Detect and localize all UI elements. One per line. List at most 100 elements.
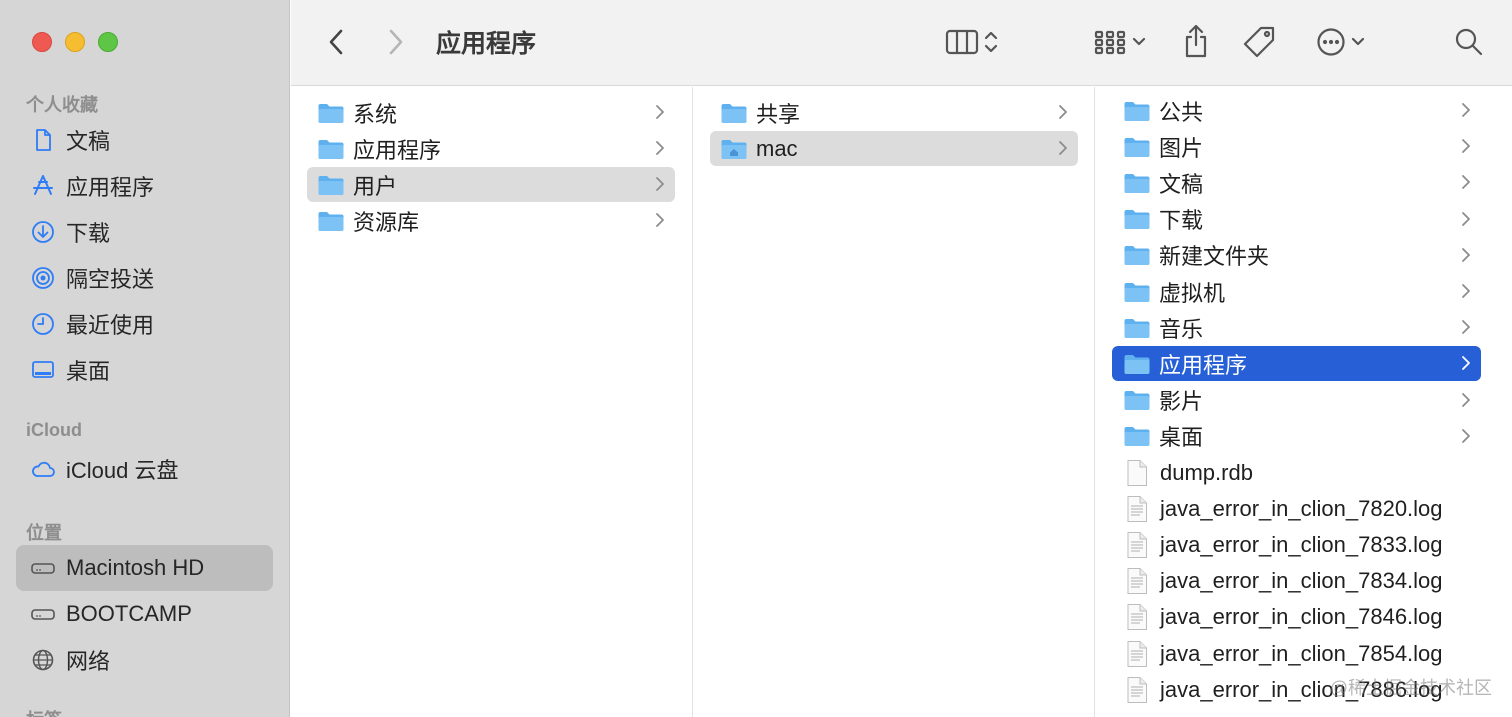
airdrop-icon (30, 265, 56, 291)
list-item-selected[interactable]: mac (710, 131, 1078, 166)
list-item[interactable]: java_error_in_clion_7834.log (1112, 564, 1481, 599)
list-item[interactable]: java_error_in_clion_7820.log (1112, 491, 1481, 526)
forward-button[interactable] (381, 26, 411, 58)
sidebar-item-macintosh-hd[interactable]: Macintosh HD (16, 545, 273, 591)
chevron-right-icon (1461, 138, 1471, 154)
chevron-right-icon (655, 140, 665, 156)
list-item[interactable]: 共享 (710, 95, 1078, 130)
item-label: java_error_in_clion_7833.log (1160, 531, 1443, 557)
list-item[interactable]: dump.rdb (1112, 455, 1481, 490)
item-label: 新建文件夹 (1159, 244, 1270, 270)
chevron-right-icon (1461, 174, 1471, 190)
list-item[interactable]: 图片 (1112, 129, 1481, 164)
chevron-right-icon (1058, 140, 1068, 156)
item-label: 应用程序 (353, 137, 442, 163)
columns-view-icon (945, 29, 979, 55)
item-label: dump.rdb (1160, 459, 1253, 485)
globe-icon (30, 647, 56, 673)
folder-icon (720, 101, 748, 125)
sidebar-item-icloud-drive[interactable]: iCloud 云盘 (16, 446, 273, 492)
item-label: 图片 (1159, 135, 1204, 161)
chevron-right-icon (1058, 104, 1068, 120)
desktop-icon (30, 357, 56, 383)
list-item-selected[interactable]: 用户 (307, 167, 675, 202)
sidebar-item-bootcamp[interactable]: BOOTCAMP (16, 591, 273, 637)
tags-button[interactable] (1241, 24, 1277, 60)
list-item[interactable]: java_error_in_clion_7854.log (1112, 636, 1481, 671)
item-label: 用户 (353, 173, 398, 199)
chevron-right-icon (1461, 355, 1471, 371)
item-label: 文稿 (1159, 171, 1204, 197)
list-item-selected[interactable]: 应用程序 (1112, 346, 1481, 382)
chevron-right-icon (389, 29, 403, 55)
folder-icon (317, 173, 345, 197)
list-item[interactable]: 资源库 (307, 203, 675, 238)
list-item[interactable]: java_error_in_clion_7846.log (1112, 600, 1481, 635)
sidebar-item-label: 文稿 (66, 129, 111, 154)
folder-icon (317, 137, 345, 161)
item-label: 公共 (1159, 99, 1204, 125)
disk-icon (30, 555, 56, 581)
chevron-right-icon (1461, 392, 1471, 408)
disk-icon (30, 601, 56, 627)
log-file-icon (1126, 495, 1148, 523)
item-label: 系统 (353, 101, 398, 127)
back-button[interactable] (321, 26, 351, 58)
sidebar-item-label: iCloud 云盘 (66, 458, 179, 483)
list-item[interactable]: 桌面 (1112, 419, 1481, 454)
item-label: 应用程序 (1159, 352, 1248, 378)
chevron-right-icon (1461, 319, 1471, 335)
item-label: 虚拟机 (1159, 280, 1226, 306)
sidebar-item-label: 网络 (66, 649, 111, 674)
sidebar-item-label: Macintosh HD (66, 555, 205, 580)
list-item[interactable]: 系统 (307, 95, 675, 130)
close-window-button[interactable] (32, 32, 52, 52)
item-label: mac (756, 135, 798, 161)
list-item[interactable]: java_error_in_clion_7833.log (1112, 527, 1481, 562)
list-item[interactable]: 下载 (1112, 202, 1481, 237)
folder-icon (1123, 316, 1151, 340)
list-item[interactable]: 文稿 (1112, 165, 1481, 200)
view-mode-button[interactable] (937, 26, 1007, 58)
chevron-right-icon (1461, 102, 1471, 118)
home-folder-icon (720, 137, 748, 161)
list-item[interactable]: 新建文件夹 (1112, 238, 1481, 273)
sidebar-item-airdrop[interactable]: 隔空投送 (16, 255, 273, 301)
item-label: 音乐 (1159, 316, 1204, 342)
minimize-window-button[interactable] (65, 32, 85, 52)
zoom-window-button[interactable] (98, 32, 118, 52)
list-item[interactable]: 音乐 (1112, 310, 1481, 345)
window-title: 应用程序 (436, 30, 537, 58)
sidebar-item-label: 隔空投送 (66, 267, 155, 292)
sidebar-item-downloads[interactable]: 下载 (16, 209, 273, 255)
folder-icon (317, 101, 345, 125)
item-label: 桌面 (1159, 425, 1204, 451)
sidebar-item-desktop[interactable]: 桌面 (16, 347, 273, 393)
list-item[interactable]: 影片 (1112, 383, 1481, 418)
sidebar: 个人收藏 文稿 应用程序 下载 隔空投送 最近使用 桌面 iCloud iClo… (0, 0, 290, 717)
list-item[interactable]: 应用程序 (307, 131, 675, 166)
sidebar-item-recents[interactable]: 最近使用 (16, 301, 273, 347)
clock-icon (30, 311, 56, 337)
cloud-icon (30, 456, 56, 482)
folder-icon (1123, 171, 1151, 195)
sidebar-item-applications[interactable]: 应用程序 (16, 163, 273, 209)
group-button[interactable] (1089, 26, 1151, 58)
folder-icon (1123, 99, 1151, 123)
sidebar-item-network[interactable]: 网络 (16, 637, 273, 683)
chevron-right-icon (1461, 211, 1471, 227)
column-users: 共享 mac (694, 87, 1095, 717)
chevron-down-icon (1132, 37, 1146, 46)
icloud-section-title: iCloud (26, 420, 82, 440)
item-label: 资源库 (353, 209, 420, 235)
list-item[interactable]: 公共 (1112, 93, 1481, 128)
more-actions-button[interactable] (1311, 24, 1371, 60)
search-button[interactable] (1451, 24, 1487, 60)
list-item[interactable]: 虚拟机 (1112, 274, 1481, 309)
sidebar-item-documents[interactable]: 文稿 (16, 117, 273, 163)
document-icon (30, 127, 56, 153)
share-button[interactable] (1179, 22, 1213, 60)
folder-icon (1123, 424, 1151, 448)
chevron-right-icon (655, 176, 665, 192)
tag-icon (1243, 26, 1275, 58)
